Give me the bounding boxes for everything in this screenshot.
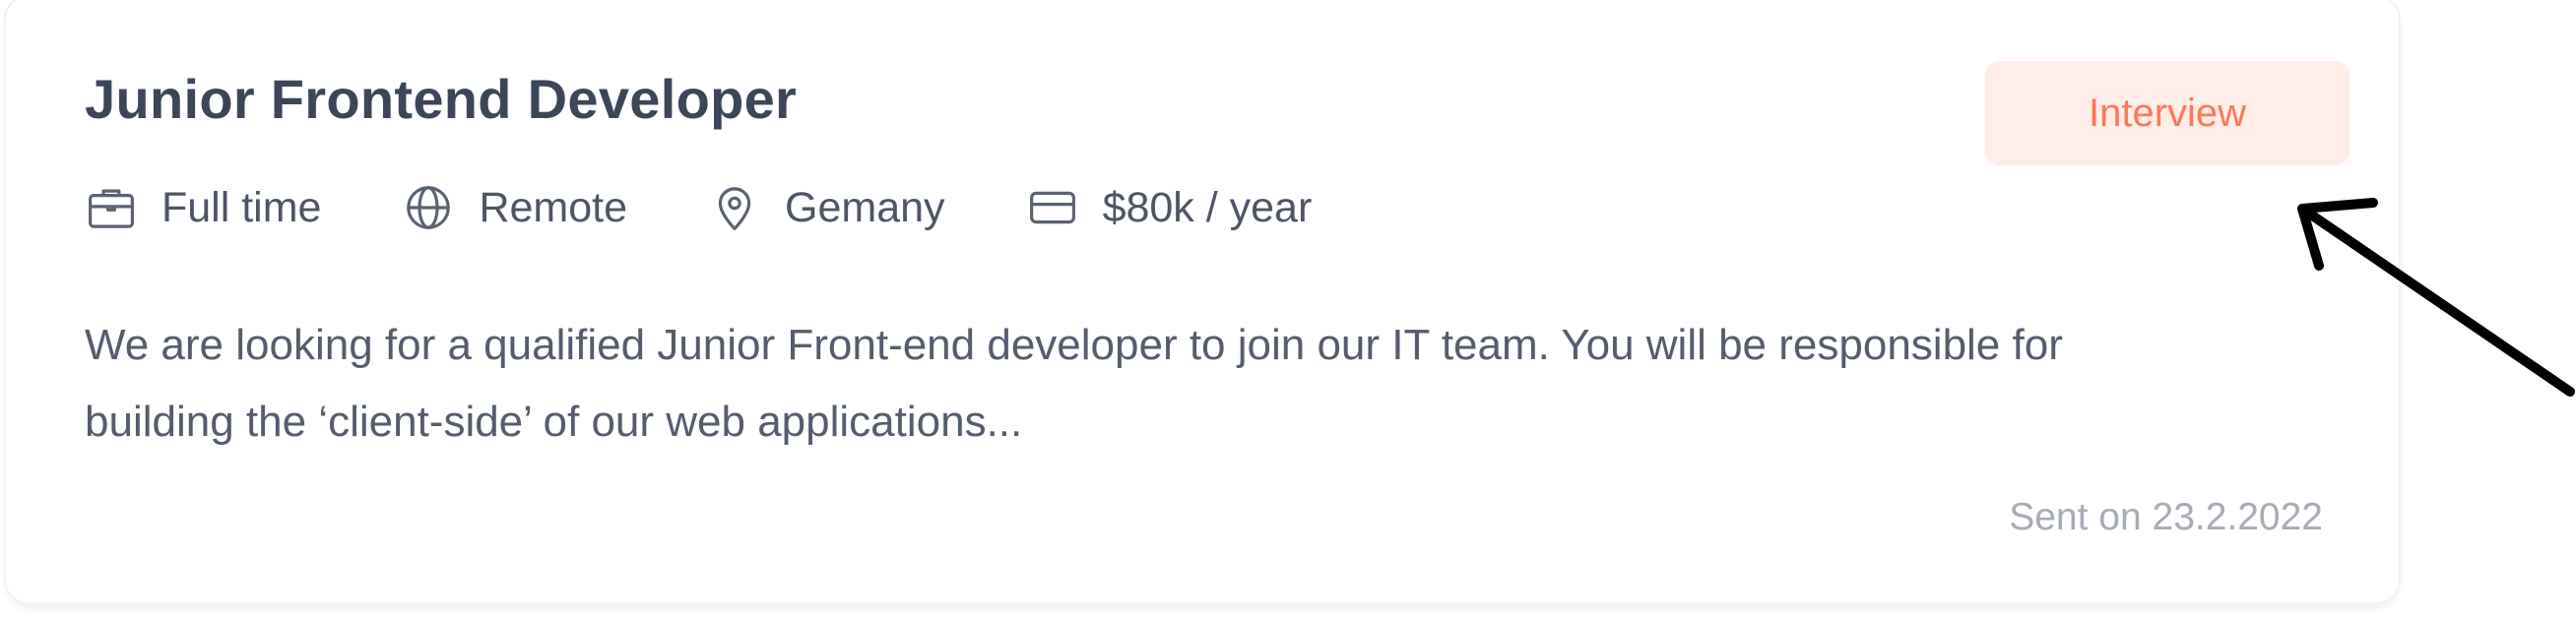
stage: Junior Frontend Developer Interview Full…	[0, 0, 2576, 618]
annotation-arrow-icon	[2297, 198, 2575, 397]
